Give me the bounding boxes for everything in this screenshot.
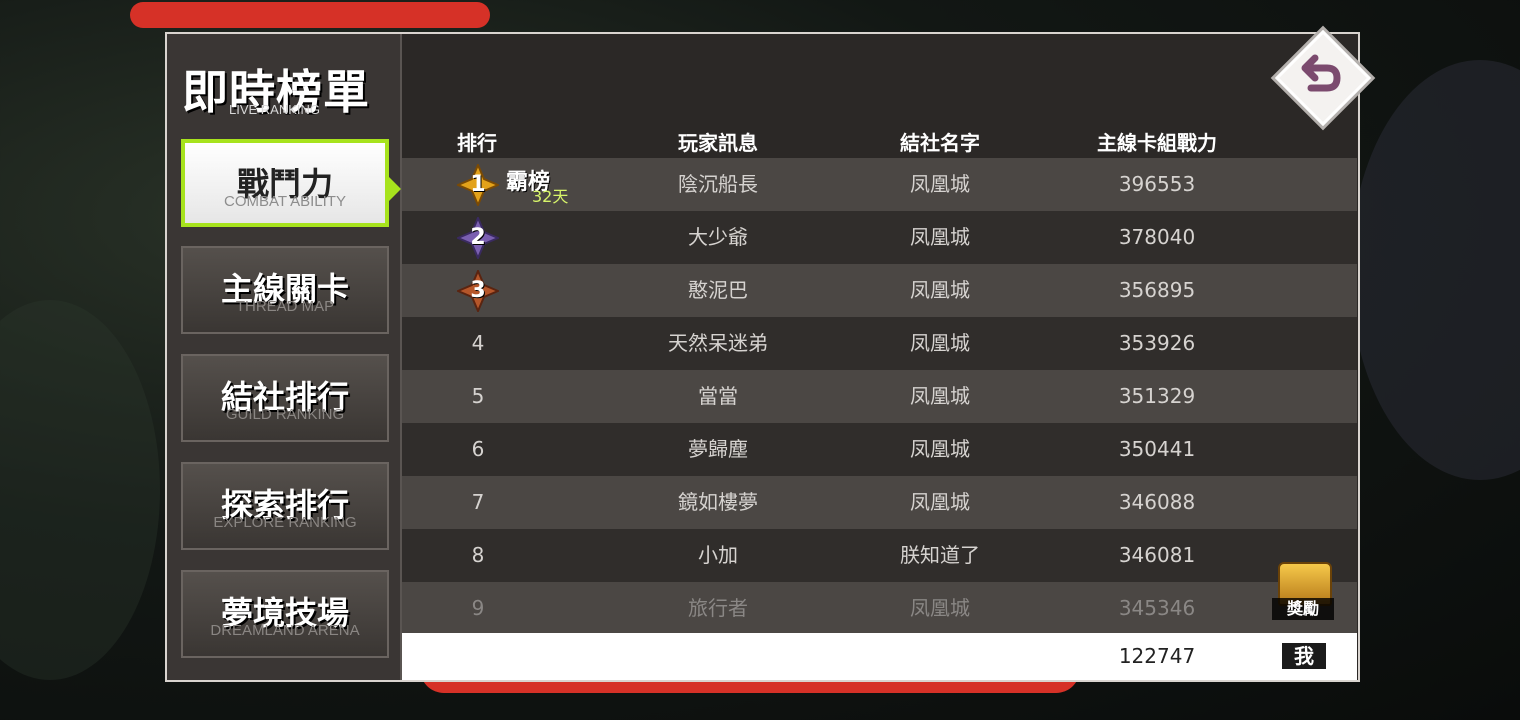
guild-name: 凤凰城 <box>910 596 970 620</box>
background-foliage <box>0 300 160 680</box>
power-value: 350441 <box>1118 437 1196 461</box>
table-row[interactable]: 6 夢歸塵 凤凰城 350441 <box>402 423 1357 476</box>
tab-sublabel: THREAD MAP <box>235 298 335 315</box>
reward-button[interactable]: 獎勵 <box>1272 560 1334 624</box>
player-name: 陰沉船長 <box>678 172 758 196</box>
player-name: 小加 <box>698 543 738 567</box>
table-row[interactable]: 9 旅行者 凤凰城 345346 <box>402 582 1357 635</box>
power-value: 356895 <box>1118 278 1196 302</box>
power-value: 351329 <box>1118 384 1196 408</box>
guild-name: 凤凰城 <box>910 331 970 355</box>
gold-rank-badge-icon: 1 <box>455 162 501 208</box>
rank-number: 6 <box>471 437 485 461</box>
rank-number: 3 <box>470 278 486 303</box>
tab-guild-ranking[interactable]: 結社排行 GUILD RANKING <box>181 354 389 442</box>
my-power-value: 122747 <box>1118 644 1196 668</box>
champion-days: 32天 <box>532 187 569 206</box>
player-name: 旅行者 <box>688 596 748 620</box>
table-row[interactable]: 8 小加 朕知道了 346081 <box>402 529 1357 582</box>
tab-sublabel: GUILD RANKING <box>225 406 345 423</box>
page-subtitle: LIVE RANKING <box>229 102 321 117</box>
header-power: 主線卡組戰力 <box>1097 131 1217 155</box>
rank-number: 7 <box>471 490 485 514</box>
tab-combat-ability[interactable]: 戰鬥力 COMBAT ABILITY <box>181 139 389 227</box>
me-badge: 我 <box>1282 643 1326 669</box>
guild-name: 凤凰城 <box>910 490 970 514</box>
sidebar: 即時榜單 LIVE RANKING 戰鬥力 COMBAT ABILITY 主線關… <box>167 34 402 680</box>
power-value: 396553 <box>1118 172 1196 196</box>
guild-name: 凤凰城 <box>910 384 970 408</box>
rank-number: 5 <box>471 384 485 408</box>
power-value: 346088 <box>1118 490 1196 514</box>
table-header: 排行 玩家訊息 結社名字 主線卡組戰力 <box>402 125 1357 157</box>
guild-name: 凤凰城 <box>910 437 970 461</box>
power-value: 345346 <box>1118 596 1196 620</box>
tab-thread-map[interactable]: 主線關卡 THREAD MAP <box>181 246 389 334</box>
tab-sublabel: EXPLORE RANKING <box>213 514 357 531</box>
guild-name: 凤凰城 <box>910 172 970 196</box>
header-rank: 排行 <box>457 131 497 155</box>
guild-name: 凤凰城 <box>910 225 970 249</box>
player-name: 大少爺 <box>688 225 748 249</box>
table-row[interactable]: 5 當當 凤凰城 351329 <box>402 370 1357 423</box>
power-value: 346081 <box>1118 543 1196 567</box>
player-name: 夢歸塵 <box>688 437 748 461</box>
reward-label: 獎勵 <box>1272 598 1334 620</box>
guild-name: 朕知道了 <box>900 543 980 567</box>
rank-number: 8 <box>471 543 485 567</box>
player-name: 憨泥巴 <box>688 278 748 302</box>
rank-number: 9 <box>471 596 485 620</box>
active-tab-pointer <box>389 177 401 201</box>
player-name: 當當 <box>698 384 738 408</box>
table-row[interactable]: 4 天然呆迷弟 凤凰城 353926 <box>402 317 1357 370</box>
power-value: 378040 <box>1118 225 1196 249</box>
table-row[interactable]: 3 憨泥巴 凤凰城 356895 <box>402 264 1357 317</box>
table-row[interactable]: 1 霸榜 32天 陰沉船長 凤凰城 396553 <box>402 158 1357 211</box>
power-value: 353926 <box>1118 331 1196 355</box>
rank-number: 2 <box>470 225 486 250</box>
guild-name: 凤凰城 <box>910 278 970 302</box>
redaction-mark <box>130 2 490 28</box>
ranking-list: 1 霸榜 32天 陰沉船長 凤凰城 396553 2 大少爺 凤凰城 37804… <box>402 158 1357 635</box>
player-name: 天然呆迷弟 <box>668 331 768 355</box>
rank-number: 4 <box>471 331 485 355</box>
header-guild: 結社名字 <box>900 131 980 155</box>
back-button[interactable] <box>1265 20 1375 130</box>
tab-explore-ranking[interactable]: 探索排行 EXPLORE RANKING <box>181 462 389 550</box>
tab-dreamland-arena[interactable]: 夢境技場 DREAMLAND ARENA <box>181 570 389 658</box>
bronze-rank-badge-icon: 3 <box>455 268 501 314</box>
my-ranking-row: 122747 我 <box>402 633 1357 680</box>
background-foliage <box>1350 60 1520 480</box>
player-name: 鏡如樓夢 <box>678 490 758 514</box>
silver-rank-badge-icon: 2 <box>455 215 501 261</box>
header-player: 玩家訊息 <box>678 131 758 155</box>
table-row[interactable]: 2 大少爺 凤凰城 378040 <box>402 211 1357 264</box>
back-arrow-icon <box>1301 54 1341 92</box>
rank-number: 1 <box>470 172 486 197</box>
tab-sublabel: DREAMLAND ARENA <box>210 622 360 639</box>
table-row[interactable]: 7 鏡如樓夢 凤凰城 346088 <box>402 476 1357 529</box>
tab-sublabel: COMBAT ABILITY <box>224 193 346 210</box>
